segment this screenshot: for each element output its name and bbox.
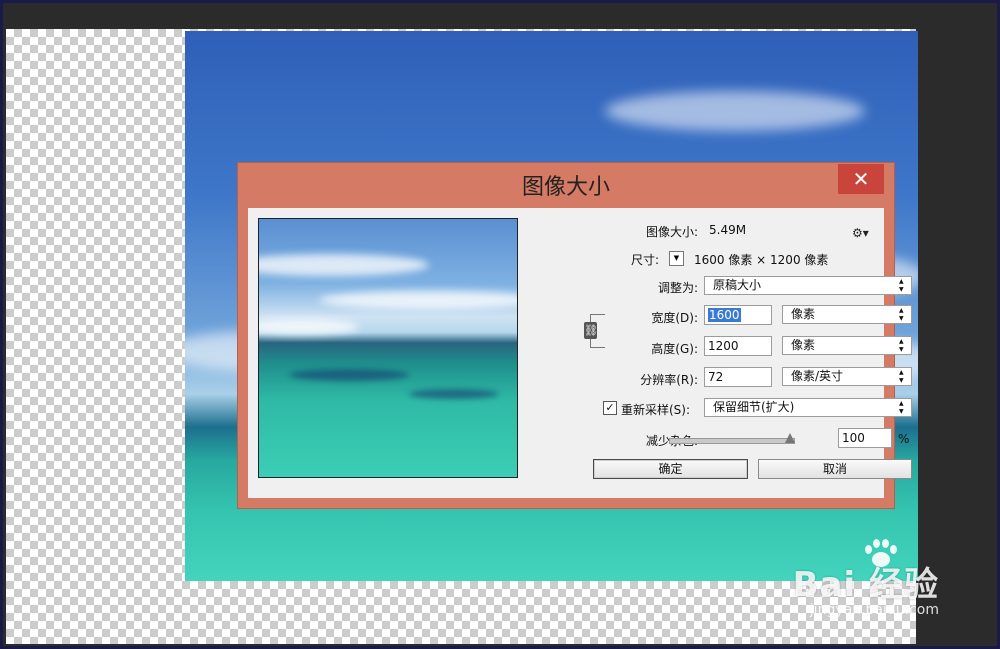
slider-thumb[interactable] xyxy=(785,433,795,443)
select-arrow-icon: ▲▼ xyxy=(899,338,904,353)
image-size-label: 图像大小: xyxy=(645,225,698,239)
gear-icon[interactable]: ⚙▾ xyxy=(852,226,869,240)
resample-checkbox[interactable]: ✓ xyxy=(603,401,617,415)
paw-logo-icon xyxy=(863,539,899,569)
width-label: 宽度(D): xyxy=(651,311,698,325)
select-arrow-icon: ▲▼ xyxy=(899,307,904,322)
close-button[interactable]: ✕ xyxy=(838,164,884,194)
image-size-dialog: 图像大小 ✕ 图像大小: 5.49M ⚙▾ 尺寸: ▼ 1600 像素 × 12… xyxy=(237,162,912,509)
reduce-noise-unit: % xyxy=(898,432,910,446)
dimensions-label: 尺寸: xyxy=(630,253,659,267)
width-input[interactable]: 1600 xyxy=(704,305,772,325)
select-arrow-icon: ▲▼ xyxy=(899,400,904,415)
resample-method-value: 保留细节(扩大) xyxy=(713,400,795,414)
select-arrow-icon: ▲▼ xyxy=(899,278,904,293)
dialog-body: 图像大小: 5.49M ⚙▾ 尺寸: ▼ 1600 像素 × 1200 像素 调… xyxy=(248,208,912,498)
fit-to-label: 调整为: xyxy=(657,281,698,295)
fit-to-select[interactable]: 原稿大小 ▲▼ xyxy=(704,276,912,295)
resolution-unit-value: 像素/英寸 xyxy=(791,369,844,383)
image-preview[interactable] xyxy=(258,218,518,478)
cancel-button[interactable]: 取消 xyxy=(758,459,912,479)
height-unit-select[interactable]: 像素 ▲▼ xyxy=(782,336,912,355)
select-arrow-icon: ▲▼ xyxy=(899,369,904,384)
watermark-url: jingyan.baidu.com xyxy=(809,602,939,618)
reduce-noise-input[interactable]: 100 xyxy=(838,428,892,448)
baidu-jingyan-watermark: Bai 经验 jingyan.baidu.com xyxy=(793,539,939,618)
resample-label: 重新采样(S): xyxy=(621,403,691,417)
resolution-input[interactable]: 72 xyxy=(704,367,772,387)
height-value: 1200 xyxy=(708,339,739,353)
dialog-title: 图像大小 xyxy=(521,175,610,200)
width-value: 1600 xyxy=(708,308,741,322)
reduce-noise-slider[interactable] xyxy=(669,433,795,444)
dimensions-value: 1600 像素 × 1200 像素 xyxy=(694,253,829,267)
width-unit-value: 像素 xyxy=(791,307,816,321)
fit-to-value: 原稿大小 xyxy=(713,278,762,292)
resolution-unit-select[interactable]: 像素/英寸 ▲▼ xyxy=(782,367,912,386)
height-input[interactable]: 1200 xyxy=(704,336,772,356)
image-size-value: 5.49M xyxy=(709,223,747,237)
reduce-noise-value: 100 xyxy=(842,431,865,445)
dimensions-unit-dropdown[interactable]: ▼ xyxy=(669,251,684,266)
height-unit-value: 像素 xyxy=(791,338,816,352)
resolution-value: 72 xyxy=(708,370,724,384)
ok-button[interactable]: 确定 xyxy=(593,459,748,479)
resolution-label: 分辨率(R): xyxy=(640,373,698,387)
height-label: 高度(G): xyxy=(651,342,698,356)
resample-method-select[interactable]: 保留细节(扩大) ▲▼ xyxy=(704,398,912,417)
width-unit-select[interactable]: 像素 ▲▼ xyxy=(782,305,912,324)
